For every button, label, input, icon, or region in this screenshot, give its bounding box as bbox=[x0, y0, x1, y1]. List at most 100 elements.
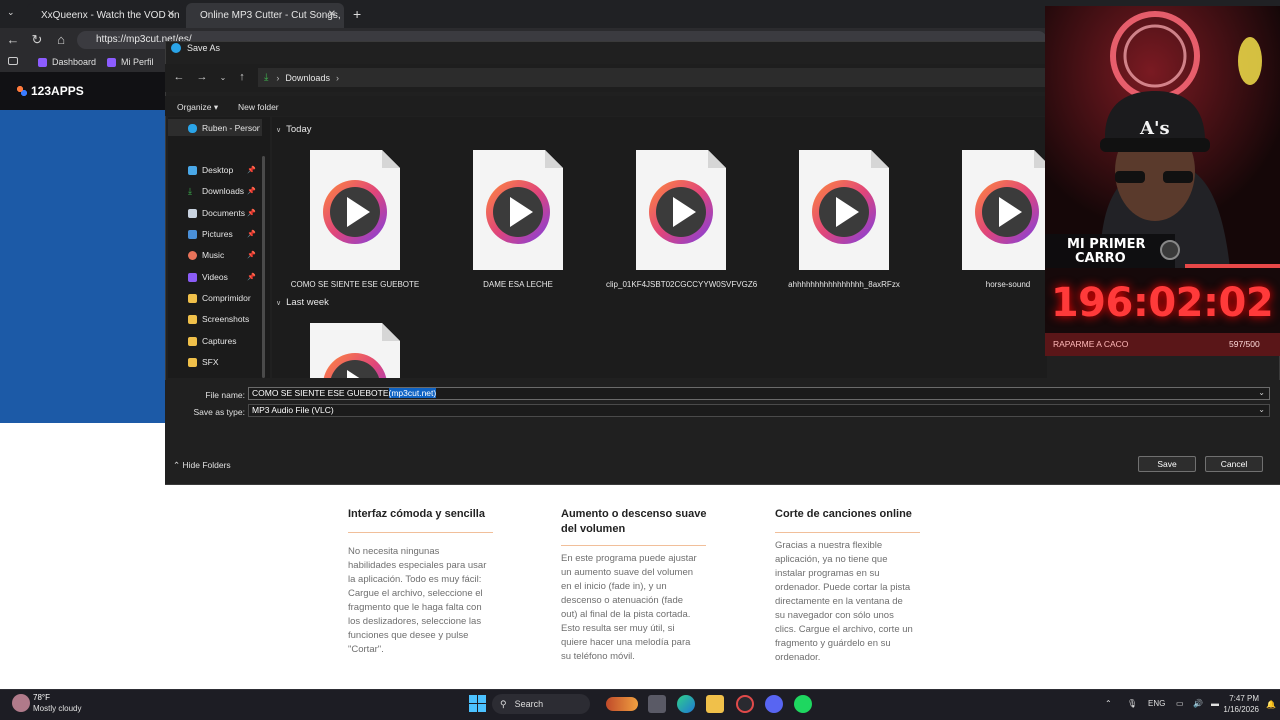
desktop-icon bbox=[188, 165, 197, 175]
sidebar-item-comprimidor[interactable]: Comprimidor bbox=[188, 291, 260, 305]
edge-icon bbox=[171, 43, 181, 53]
organize-button[interactable]: Organize ▾ bbox=[177, 102, 218, 113]
save-button[interactable]: Save bbox=[1138, 456, 1196, 472]
sidebar-item-label: Captures bbox=[202, 336, 237, 346]
sidebar-item-desktop[interactable]: Desktop 📌 bbox=[188, 163, 260, 177]
file-name[interactable]: ahhhhhhhhhhhhhhhh_8axRFzx bbox=[769, 280, 919, 289]
file-name[interactable]: COMO SE SIENTE ESE GUEBOTE bbox=[280, 280, 430, 289]
pin-icon: 📌 bbox=[247, 188, 256, 195]
obs-icon[interactable] bbox=[736, 695, 754, 713]
breadcrumb-downloads[interactable]: Downloads bbox=[285, 73, 330, 83]
feature-divider bbox=[561, 545, 706, 546]
file-item[interactable] bbox=[636, 150, 726, 275]
tab-list-chevron-icon[interactable]: ⌄ bbox=[7, 7, 15, 18]
file-item[interactable] bbox=[799, 150, 889, 275]
file-item[interactable] bbox=[310, 150, 400, 275]
pictures-icon bbox=[188, 229, 197, 239]
reload-icon[interactable]: ↻ bbox=[30, 32, 44, 48]
sidebar-item-sfx[interactable]: SFX bbox=[188, 355, 260, 369]
sidebar-item-label: Music bbox=[202, 250, 225, 260]
back-icon[interactable]: ← bbox=[172, 71, 186, 83]
task-view-icon[interactable] bbox=[648, 695, 666, 713]
weather-temperature[interactable]: 78°F bbox=[33, 693, 50, 702]
save-type-value: MP3 Audio File (VLC) bbox=[252, 405, 334, 415]
edge-icon[interactable] bbox=[677, 695, 695, 713]
sidebar-item-music[interactable]: Music 📌 bbox=[188, 248, 260, 262]
clock-date[interactable]: 1/16/2026 bbox=[1209, 705, 1259, 714]
bookmark-label: Dashboard bbox=[52, 57, 97, 67]
weather-condition[interactable]: Mostly cloudy bbox=[33, 704, 81, 713]
webcam-overlay: A's MI PRIMER CARRO bbox=[1045, 6, 1280, 268]
widgets-icon[interactable] bbox=[606, 697, 638, 711]
chevron-down-icon[interactable]: ⌄ bbox=[1258, 387, 1265, 398]
feature-3: Corte de canciones online Gracias a nues… bbox=[775, 507, 935, 665]
home-icon[interactable]: ⌂ bbox=[54, 32, 68, 48]
volume-icon[interactable]: 🔊 bbox=[1193, 699, 1203, 708]
close-icon[interactable]: ✕ bbox=[167, 9, 175, 20]
chevron-right-icon: › bbox=[276, 72, 280, 83]
sidebar-item-label: Ruben - Persona bbox=[202, 123, 260, 133]
file-item[interactable] bbox=[310, 323, 400, 378]
sidebar-item-pictures[interactable]: Pictures 📌 bbox=[188, 227, 260, 241]
save-type-select[interactable]: MP3 Audio File (VLC) ⌄ bbox=[248, 404, 1270, 417]
file-name[interactable]: DAME ESA LECHE bbox=[443, 280, 593, 289]
sidebar-item-videos[interactable]: Videos 📌 bbox=[188, 270, 260, 284]
chevron-right-icon[interactable]: › bbox=[336, 73, 339, 83]
cancel-button[interactable]: Cancel bbox=[1205, 456, 1263, 472]
close-icon[interactable]: ✕ bbox=[328, 9, 336, 20]
back-icon[interactable]: ← bbox=[6, 32, 20, 48]
sidebar-item-label: Videos bbox=[202, 272, 228, 282]
start-icon[interactable] bbox=[469, 695, 486, 712]
sidebar-item-onedrive[interactable]: Ruben - Persona bbox=[188, 121, 260, 135]
microphone-icon[interactable]: 🎙 bbox=[1127, 699, 1137, 708]
file-name-input[interactable]: COMO SE SIENTE ESE GUEBOTE(mp3cut.net) ⌄ bbox=[248, 387, 1270, 400]
tab-xxqueenx[interactable]: XxQueenx - Watch the VOD on Ki ✕ bbox=[27, 3, 183, 28]
clock-time[interactable]: 7:47 PM bbox=[1219, 694, 1259, 703]
group-header-today[interactable]: ∨ Today bbox=[276, 124, 311, 135]
discord-icon[interactable] bbox=[765, 695, 783, 713]
chevron-up-icon[interactable]: ⌃ bbox=[1105, 699, 1112, 708]
media-file-icon bbox=[636, 150, 726, 270]
weather-icon[interactable] bbox=[12, 694, 30, 712]
music-icon bbox=[188, 250, 197, 260]
file-name[interactable]: clip_01KF4JSBT02CGCCYYW0SVFVGZ6 bbox=[606, 280, 757, 289]
taskbar-search[interactable]: ⚲ Search bbox=[492, 694, 590, 714]
sidebar-item-label: SFX bbox=[202, 357, 219, 367]
sidebar-item-screenshots[interactable]: Screenshots bbox=[188, 312, 260, 326]
sidebar-item-downloads[interactable]: ⤓ Downloads 📌 bbox=[188, 184, 260, 198]
new-tab-icon[interactable]: + bbox=[353, 6, 361, 22]
breadcrumb[interactable]: ⤓ › Downloads › bbox=[258, 68, 1048, 87]
logo-icon bbox=[17, 86, 27, 96]
network-icon[interactable]: ▭ bbox=[1176, 699, 1184, 708]
site-logo[interactable]: 123APPS bbox=[17, 84, 84, 98]
recent-locations-chevron-icon[interactable]: ⌄ bbox=[216, 73, 230, 82]
file-item[interactable] bbox=[962, 150, 1046, 270]
logo-text: 123APPS bbox=[31, 84, 84, 98]
spotify-icon[interactable] bbox=[794, 695, 812, 713]
bookmark-dashboard[interactable]: Dashboard bbox=[38, 55, 96, 69]
hide-folders-button[interactable]: ⌃ Hide Folders bbox=[173, 460, 231, 471]
language-indicator[interactable]: ENG bbox=[1148, 699, 1165, 708]
sidebar-scrollbar[interactable] bbox=[262, 156, 265, 378]
notification-icon[interactable]: 🔔 bbox=[1266, 700, 1276, 709]
file-explorer-icon[interactable] bbox=[706, 695, 724, 713]
forward-icon[interactable]: → bbox=[195, 71, 209, 83]
search-label: Search bbox=[514, 699, 544, 709]
group-label: Last week bbox=[286, 297, 329, 308]
new-folder-button[interactable]: New folder bbox=[238, 102, 279, 112]
file-item[interactable] bbox=[473, 150, 563, 275]
group-header-last-week[interactable]: ∨ Last week bbox=[276, 297, 329, 308]
download-icon: ⤓ bbox=[264, 72, 269, 83]
feature-title: Aumento o descenso suave del volumen bbox=[561, 508, 707, 535]
feature-2: Aumento o descenso suave del volumen En e… bbox=[561, 507, 721, 664]
sidebar-item-documents[interactable]: Documents 📌 bbox=[188, 206, 260, 220]
chevron-down-icon: ⌄ bbox=[1258, 405, 1265, 414]
up-icon[interactable]: ↑ bbox=[235, 71, 249, 83]
sidebar-item-label: Documents bbox=[202, 208, 245, 218]
sidebar-item-captures[interactable]: Captures bbox=[188, 334, 260, 348]
sidebar-toggle-icon[interactable] bbox=[8, 57, 18, 65]
goal-label: RAPARME A CACO bbox=[1053, 339, 1129, 349]
file-name-label: File name: bbox=[205, 390, 245, 400]
bookmark-mi-perfil[interactable]: Mi Perfil bbox=[107, 55, 154, 69]
tab-mp3cut[interactable]: Online MP3 Cutter - Cut Songs, M ✕ bbox=[186, 3, 344, 28]
